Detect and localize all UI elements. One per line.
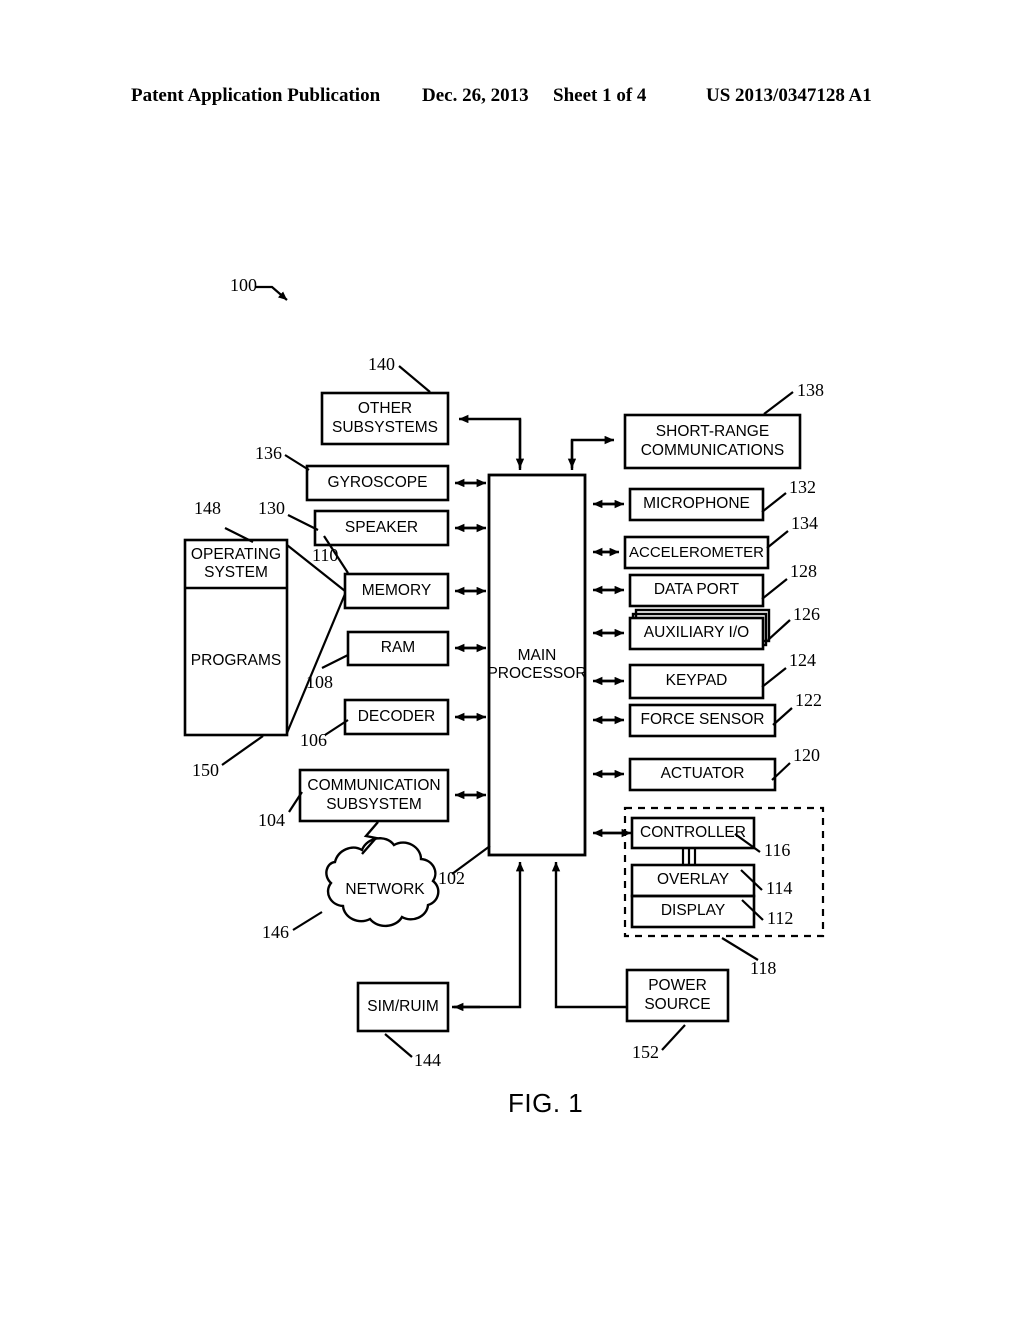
ref-130: 130 — [258, 498, 285, 518]
label-actuator[interactable]: ACTUATOR — [630, 759, 775, 790]
leader-130 — [287, 514, 319, 531]
label-accelerometer[interactable]: ACCELEROMETER — [625, 537, 768, 568]
leader-100 — [256, 285, 288, 301]
ref-106: 106 — [300, 730, 327, 750]
leader-128 — [761, 578, 788, 600]
figure-caption: FIG. 1 — [508, 1088, 584, 1118]
path-processor-to-short-range — [570, 435, 615, 470]
ref-138: 138 — [797, 380, 824, 400]
label-auxiliary-io[interactable]: AUXILIARY I/O — [630, 618, 763, 649]
leader-126 — [767, 619, 791, 641]
leader-118 — [721, 937, 759, 961]
label-microphone[interactable]: MICROPHONE — [630, 489, 763, 520]
ref-122: 122 — [795, 690, 822, 710]
ref-136: 136 — [255, 443, 282, 463]
ref-126: 126 — [793, 604, 820, 624]
ref-140: 140 — [368, 354, 395, 374]
label-display[interactable]: DISPLAY — [632, 896, 754, 927]
path-power-source-to-processor — [551, 861, 626, 1009]
ref-110: 110 — [312, 545, 339, 565]
label-programs[interactable]: PROGRAMS — [185, 588, 287, 735]
ref-102: 102 — [438, 868, 465, 888]
label-sim-ruim[interactable]: SIM/RUIM — [358, 983, 448, 1031]
label-decoder[interactable]: DECODER — [345, 700, 448, 734]
leader-134 — [766, 530, 789, 549]
leader-138 — [763, 391, 794, 415]
label-memory[interactable]: MEMORY — [345, 574, 448, 608]
ref-104: 104 — [258, 810, 285, 830]
ref-128: 128 — [790, 561, 817, 581]
leader-136 — [284, 454, 310, 471]
ref-132: 132 — [789, 477, 816, 497]
label-data-port[interactable]: DATA PORT — [630, 575, 763, 606]
ref-120: 120 — [793, 745, 820, 765]
label-overlay[interactable]: OVERLAY — [632, 865, 754, 896]
leader-108 — [321, 654, 349, 669]
label-other-subsystems[interactable]: OTHER SUBSYSTEMS — [322, 393, 448, 444]
ref-100: 100 — [230, 275, 257, 295]
path-processor-to-other-subsystems — [458, 414, 522, 470]
leader-144 — [384, 1033, 413, 1058]
label-short-range-communications[interactable]: SHORT-RANGE COMMUNICATIONS — [625, 415, 800, 468]
leader-programs-to-memory — [285, 593, 347, 734]
label-network[interactable]: NETWORK — [330, 875, 440, 905]
leader-146 — [292, 911, 323, 931]
ref-152: 152 — [632, 1042, 659, 1062]
label-main-processor[interactable]: MAIN PROCESSOR — [487, 475, 586, 855]
label-power-source[interactable]: POWER SOURCE — [627, 970, 728, 1021]
leader-152 — [661, 1024, 686, 1051]
ref-148: 148 — [194, 498, 221, 518]
label-controller[interactable]: CONTROLLER — [632, 818, 754, 848]
ref-108: 108 — [306, 672, 333, 692]
leader-150 — [221, 735, 264, 766]
leader-124 — [761, 667, 787, 688]
ref-118: 118 — [750, 958, 777, 978]
ref-134: 134 — [791, 513, 818, 533]
leader-140 — [398, 365, 431, 393]
ref-124: 124 — [789, 650, 816, 670]
figure-1-block-diagram: OTHER SUBSYSTEMS GYROSCOPE SPEAKER MEMOR… — [0, 0, 1024, 1320]
ref-144: 144 — [414, 1050, 441, 1070]
label-ram[interactable]: RAM — [348, 632, 448, 665]
ref-146: 146 — [262, 922, 289, 942]
ref-114: 114 — [766, 878, 793, 898]
label-gyroscope[interactable]: GYROSCOPE — [307, 466, 448, 500]
ref-116: 116 — [764, 840, 791, 860]
label-force-sensor[interactable]: FORCE SENSOR — [630, 705, 775, 736]
ref-150: 150 — [192, 760, 219, 780]
ref-112: 112 — [767, 908, 794, 928]
label-speaker[interactable]: SPEAKER — [315, 511, 448, 545]
leader-132 — [761, 492, 787, 513]
label-operating-system[interactable]: OPERATING SYSTEM — [185, 540, 287, 588]
label-keypad[interactable]: KEYPAD — [630, 665, 763, 698]
label-communication-subsystem[interactable]: COMMUNICATION SUBSYSTEM — [300, 770, 448, 821]
